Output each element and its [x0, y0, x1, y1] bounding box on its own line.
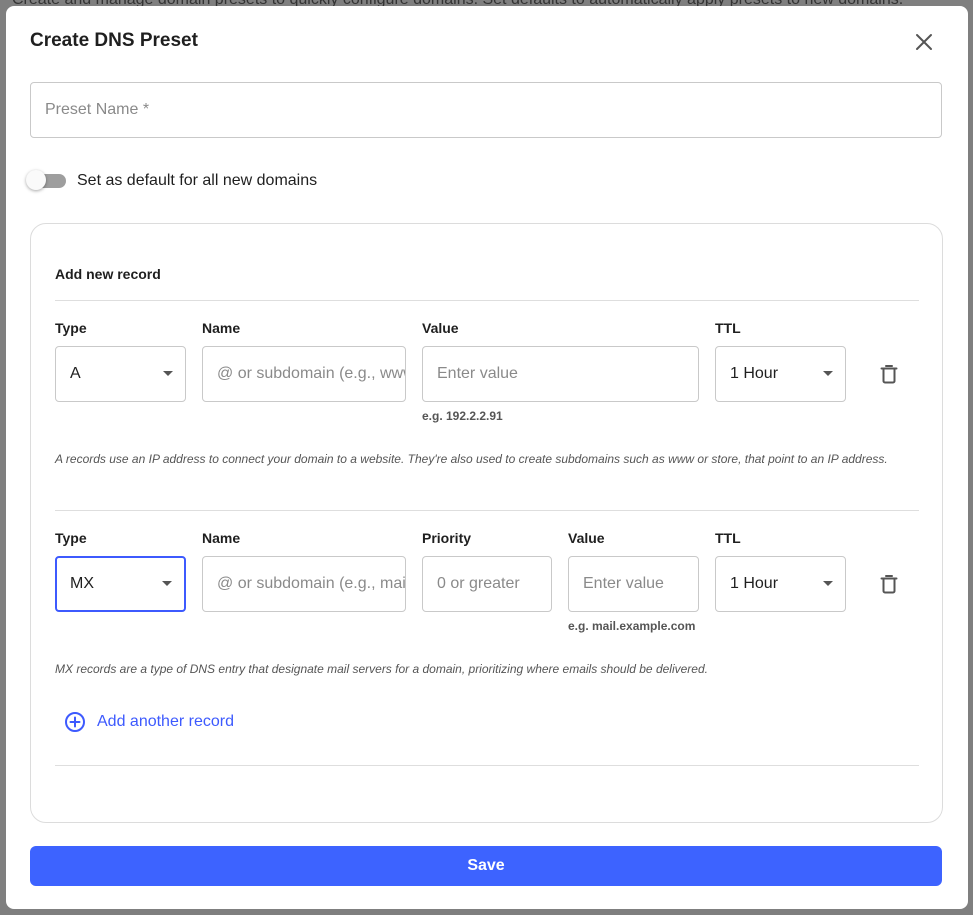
record-2-ttl-label: TTL [715, 530, 741, 546]
record-2-type-value: MX [70, 575, 94, 592]
record-2-priority-input[interactable]: 0 or greater [422, 556, 552, 612]
record-2-value-input[interactable]: Enter value [568, 556, 699, 612]
record-1-value-label: Value [422, 320, 459, 336]
preset-name-input[interactable]: Preset Name * [30, 82, 942, 138]
record-1-ttl-label: TTL [715, 320, 741, 336]
record-1-name-label: Name [202, 320, 241, 336]
record-2-name-placeholder: @ or subdomain (e.g., mail) [217, 575, 406, 592]
record-2-description: MX records are a type of DNS entry that … [55, 662, 708, 676]
record-2-value-helper: e.g. mail.example.com [568, 619, 696, 633]
record-2-ttl-value: 1 Hour [730, 575, 779, 592]
close-icon [916, 34, 932, 50]
record-1-description: A records use an IP address to connect y… [55, 452, 888, 466]
chevron-down-icon [823, 581, 833, 586]
add-another-record-button[interactable]: Add another record [64, 711, 234, 733]
divider [55, 300, 919, 301]
divider [55, 765, 919, 766]
record-1-value-placeholder: Enter value [437, 365, 518, 382]
record-2-value-label: Value [568, 530, 605, 546]
record-1-value-input[interactable]: Enter value [422, 346, 699, 402]
section-title: Add new record [55, 266, 161, 282]
default-toggle-thumb[interactable] [26, 170, 46, 190]
record-2-ttl-select[interactable]: 1 Hour [715, 556, 846, 612]
record-1-ttl-select[interactable]: 1 Hour [715, 346, 846, 402]
record-1-delete-button[interactable] [877, 362, 901, 386]
chevron-down-icon [823, 371, 833, 376]
record-2-name-label: Name [202, 530, 241, 546]
save-button[interactable]: Save [30, 846, 942, 886]
add-circle-icon [65, 712, 85, 732]
record-1-name-input[interactable]: @ or subdomain (e.g., www) [202, 346, 406, 402]
record-2-priority-placeholder: 0 or greater [437, 575, 520, 592]
record-1-value-helper: e.g. 192.2.2.91 [422, 409, 503, 423]
record-1-type-select[interactable]: A [55, 346, 186, 402]
record-1-type-label: Type [55, 320, 87, 336]
add-record-label: Add another record [97, 713, 234, 730]
trash-icon [880, 365, 898, 384]
record-2-name-input[interactable]: @ or subdomain (e.g., mail) [202, 556, 406, 612]
create-dns-preset-dialog: Create DNS Preset Preset Name * Set as d… [6, 6, 968, 909]
record-1-type-value: A [70, 365, 81, 382]
record-2-value-placeholder: Enter value [583, 575, 664, 592]
dialog-title: Create DNS Preset [30, 30, 198, 51]
record-2-delete-button[interactable] [877, 572, 901, 596]
preset-name-placeholder: Preset Name * [45, 101, 150, 118]
chevron-down-icon [163, 371, 173, 376]
record-2-type-label: Type [55, 530, 87, 546]
save-label: Save [467, 857, 505, 874]
close-button[interactable] [912, 30, 936, 54]
record-2-type-select[interactable]: MX [55, 556, 186, 612]
record-2-priority-label: Priority [422, 530, 472, 546]
divider [55, 510, 919, 511]
records-card: Add new record Type Name Value TTL A @ o… [30, 223, 943, 823]
trash-icon [880, 575, 898, 594]
record-1-name-placeholder: @ or subdomain (e.g., www) [217, 365, 406, 382]
record-1-ttl-value: 1 Hour [730, 365, 779, 382]
chevron-down-icon [162, 581, 172, 586]
default-toggle-label: Set as default for all new domains [77, 172, 318, 189]
